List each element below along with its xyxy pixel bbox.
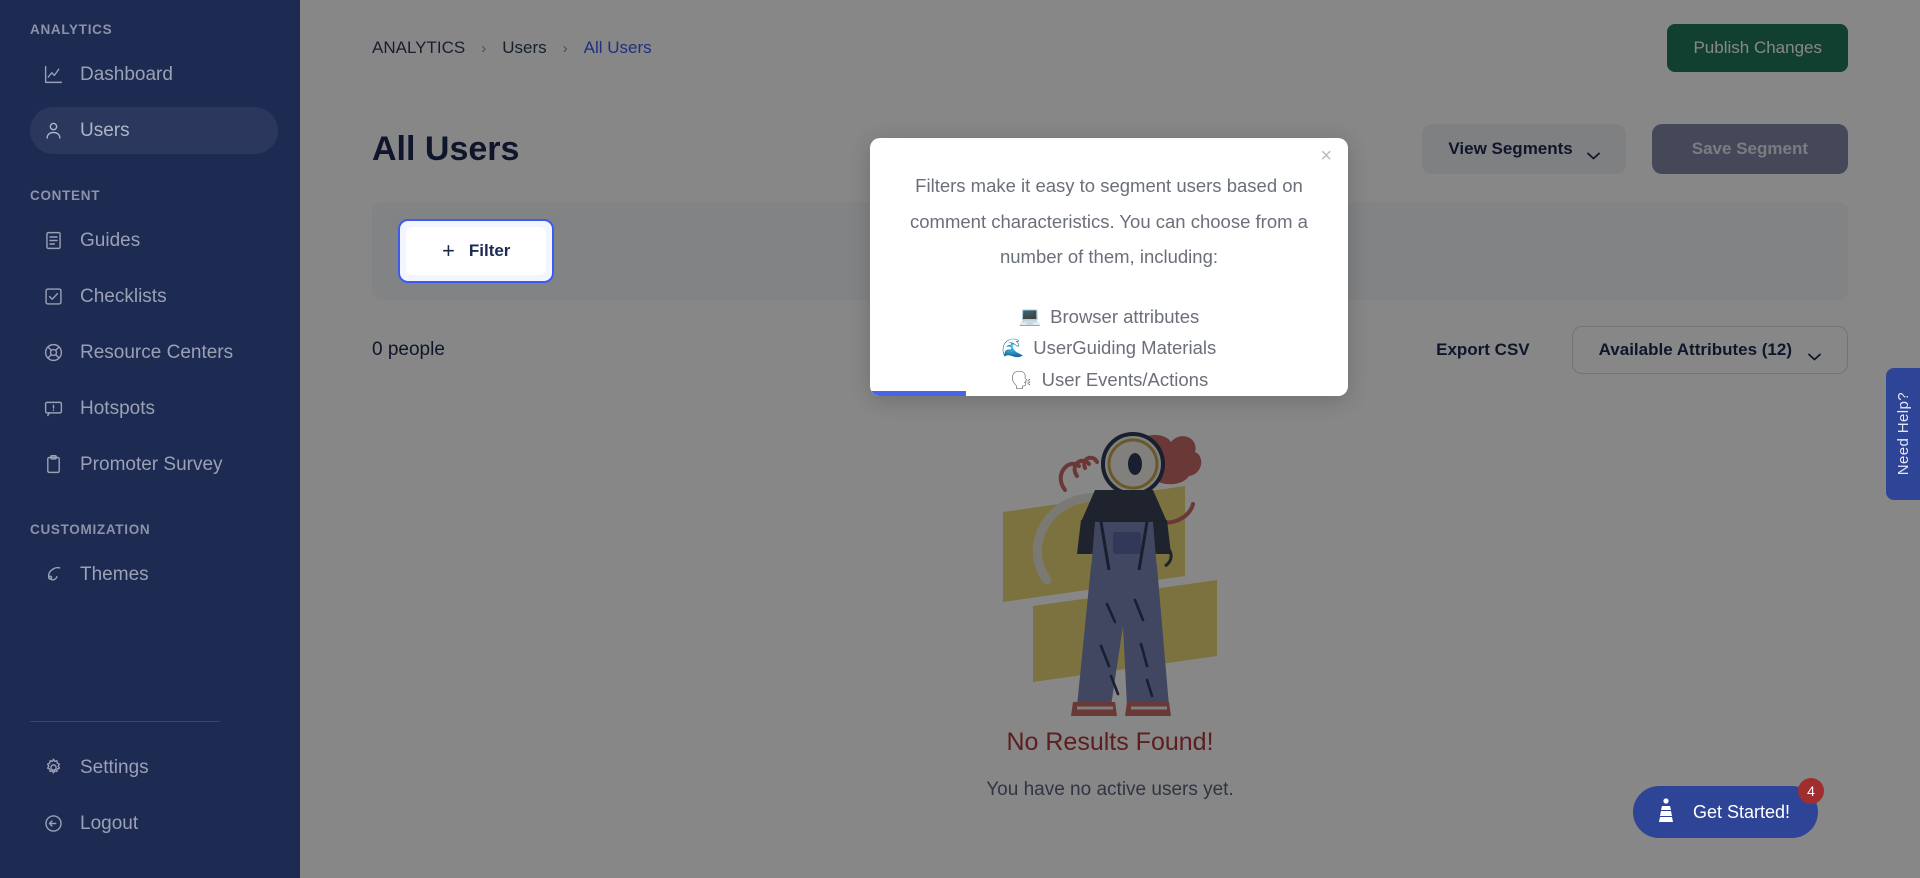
sidebar-item-label: Users	[80, 119, 130, 141]
sidebar-item-resource-centers[interactable]: Resource Centers	[30, 329, 278, 376]
modal-backdrop[interactable]	[300, 0, 1920, 878]
sidebar-section-title-customization: CUSTOMIZATION	[30, 522, 151, 537]
get-started-label: Get Started!	[1692, 801, 1790, 822]
app-root: ANALYTICS Dashboard Users CONTENT Guides	[0, 0, 1920, 878]
sidebar-item-label: Promoter Survey	[80, 453, 223, 475]
sidebar-section-title-analytics: ANALYTICS	[30, 22, 113, 37]
sidebar-item-users[interactable]: Users	[30, 107, 278, 154]
sidebar-item-label: Dashboard	[80, 63, 173, 85]
document-icon	[42, 230, 64, 252]
sidebar-item-label: Logout	[80, 812, 139, 834]
list-item-label: UserGuiding Materials	[1033, 337, 1217, 359]
gear-icon	[42, 757, 64, 779]
list-item: 💻 Browser attributes	[908, 301, 1310, 333]
logout-icon	[42, 813, 64, 835]
tooltip-progress-track	[870, 390, 1348, 396]
sidebar-section-title-content: CONTENT	[30, 188, 101, 203]
sidebar-item-dashboard[interactable]: Dashboard	[30, 51, 278, 98]
sidebar-item-label: Guides	[80, 229, 141, 251]
clipboard-icon	[42, 454, 64, 476]
add-filter-button[interactable]: + Filter	[406, 227, 547, 275]
close-icon[interactable]: ×	[1320, 146, 1332, 166]
paint-icon	[42, 564, 64, 586]
need-help-tab[interactable]: Need Help?	[1886, 368, 1920, 500]
sidebar-bottom-group: Settings Logout	[0, 675, 300, 856]
main-content: ANALYTICS › Users › All Users Publish Ch…	[300, 0, 1920, 878]
sidebar-item-themes[interactable]: Themes	[30, 551, 278, 598]
lifebuoy-icon	[42, 342, 64, 364]
list-item: 🌊 UserGuiding Materials	[908, 332, 1310, 364]
sidebar: ANALYTICS Dashboard Users CONTENT Guides	[0, 0, 300, 878]
hotspot-icon	[42, 398, 64, 420]
guide-tooltip: × Filters make it easy to segment users …	[870, 138, 1348, 396]
userguiding-logo-emoji-icon: 🌊	[1001, 338, 1025, 359]
sidebar-item-guides[interactable]: Guides	[30, 217, 278, 264]
sidebar-item-label: Settings	[80, 756, 149, 778]
sidebar-divider	[30, 721, 220, 722]
notification-badge: 4	[1798, 778, 1824, 804]
chart-line-icon	[42, 64, 64, 86]
user-icon	[42, 120, 64, 142]
laptop-emoji-icon: 💻	[1018, 306, 1042, 327]
sidebar-item-label: Hotspots	[80, 397, 155, 419]
sidebar-item-label: Themes	[80, 563, 149, 585]
lighthouse-icon	[1655, 797, 1677, 828]
sidebar-item-hotspots[interactable]: Hotspots	[30, 385, 278, 432]
tooltip-list: 💻 Browser attributes 🌊 UserGuiding Mater…	[908, 301, 1310, 396]
checkbox-icon	[42, 286, 64, 308]
sidebar-item-label: Resource Centers	[80, 341, 234, 363]
add-filter-label: Filter	[468, 241, 511, 260]
speaking-head-emoji-icon: 🗣	[1009, 370, 1033, 391]
sidebar-item-label: Checklists	[80, 285, 167, 307]
list-item-label: Browser attributes	[1050, 305, 1200, 327]
sidebar-item-checklists[interactable]: Checklists	[30, 273, 278, 320]
tooltip-progress-fill	[870, 390, 966, 396]
plus-icon: +	[442, 238, 455, 263]
get-started-button[interactable]: Get Started! 4	[1632, 778, 1824, 838]
sidebar-item-promoter-survey[interactable]: Promoter Survey	[30, 441, 278, 488]
filter-button-highlight-ring: + Filter	[398, 219, 555, 283]
need-help-label: Need Help?	[1894, 392, 1912, 476]
sidebar-item-settings[interactable]: Settings	[30, 744, 278, 791]
sidebar-item-logout[interactable]: Logout	[30, 800, 278, 847]
tooltip-body: Filters make it easy to segment users ba…	[910, 175, 1308, 268]
